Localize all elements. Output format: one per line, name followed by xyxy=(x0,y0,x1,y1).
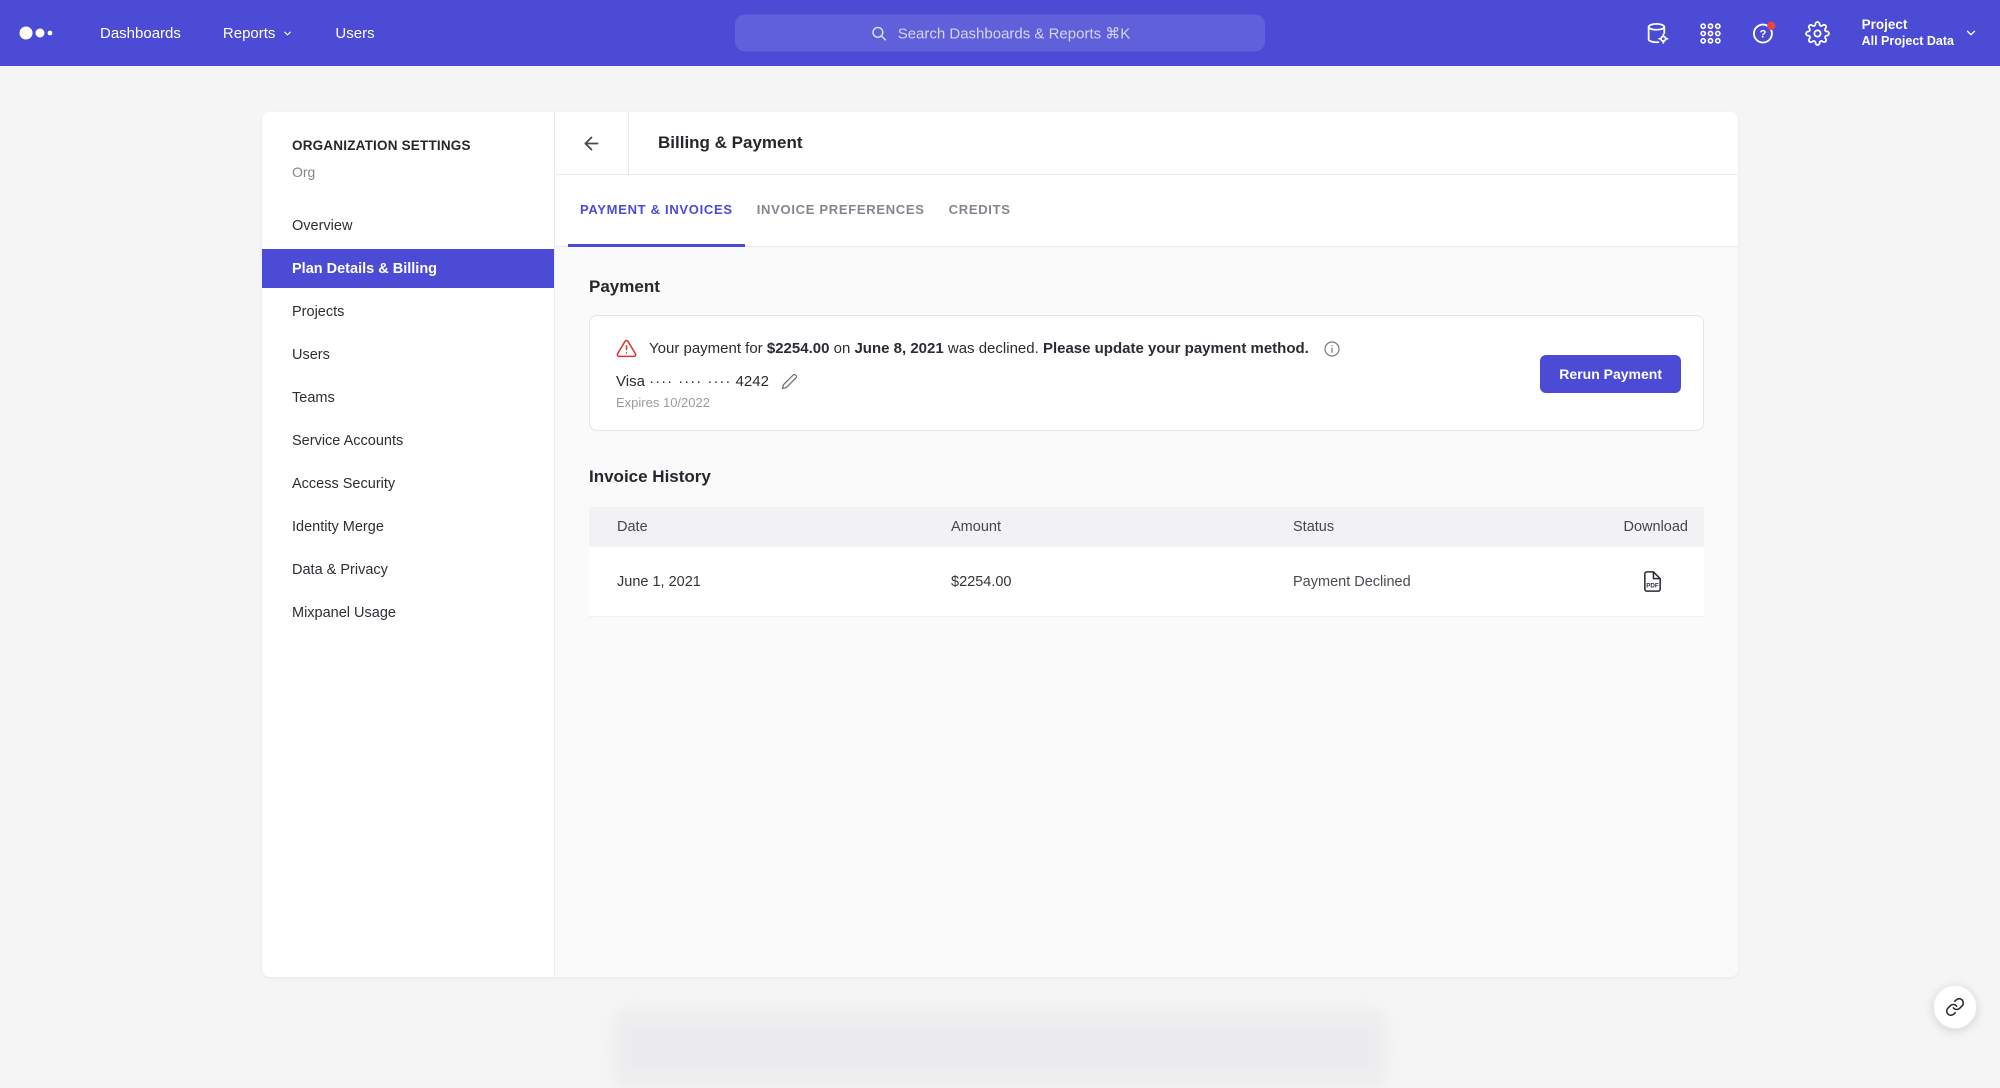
tab-payment-invoices[interactable]: PAYMENT & INVOICES xyxy=(568,175,745,247)
chevron-down-icon xyxy=(282,28,293,39)
page-title: Billing & Payment xyxy=(629,112,803,174)
org-settings-sidebar: ORGANIZATION SETTINGS Org Overview Plan … xyxy=(262,112,555,977)
sidebar-item-users[interactable]: Users xyxy=(262,335,554,374)
project-switcher[interactable]: Project All Project Data xyxy=(1862,17,1978,50)
nav-item-reports[interactable]: Reports xyxy=(223,25,294,42)
share-link-button[interactable] xyxy=(1933,985,1977,1029)
nav-item-label: Reports xyxy=(223,25,276,42)
panel-header: Billing & Payment xyxy=(555,112,1738,175)
info-icon[interactable] xyxy=(1323,340,1341,358)
rerun-payment-button[interactable]: Rerun Payment xyxy=(1540,355,1681,393)
sidebar-header: ORGANIZATION SETTINGS Org xyxy=(262,112,554,180)
sidebar-item-identity-merge[interactable]: Identity Merge xyxy=(262,507,554,546)
payment-alert-card: Your payment for $2254.00 on June 8, 202… xyxy=(589,315,1704,431)
invoice-amount: $2254.00 xyxy=(951,574,1293,590)
payment-heading: Payment xyxy=(589,277,1704,297)
nav-item-label: Users xyxy=(335,25,374,42)
mixpanel-logo-icon[interactable] xyxy=(18,23,58,43)
invoice-date: June 1, 2021 xyxy=(617,574,951,590)
nav-item-dashboards[interactable]: Dashboards xyxy=(100,25,181,42)
column-header-status: Status xyxy=(1293,519,1568,535)
settings-icon[interactable] xyxy=(1805,21,1830,46)
svg-text:PDF: PDF xyxy=(1646,582,1659,589)
sidebar-items: Overview Plan Details & Billing Projects… xyxy=(262,206,554,632)
project-labels: Project All Project Data xyxy=(1862,17,1954,50)
billing-content: Payment Your payment for $2254.00 on Jun… xyxy=(555,247,1738,977)
project-label: Project xyxy=(1862,17,1954,34)
billing-main: Billing & Payment PAYMENT & INVOICES INV… xyxy=(555,112,1738,977)
update-method-text: Please update your payment method. xyxy=(1043,340,1309,357)
card-on-file: Visa ···· ···· ···· 4242 xyxy=(616,373,1540,390)
data-management-icon[interactable] xyxy=(1645,21,1670,46)
sidebar-item-service-accounts[interactable]: Service Accounts xyxy=(262,421,554,460)
invoice-history-heading: Invoice History xyxy=(589,467,1704,487)
invoice-download-cell: PDF xyxy=(1568,570,1688,593)
edit-card-icon[interactable] xyxy=(781,373,798,390)
sidebar-item-access-security[interactable]: Access Security xyxy=(262,464,554,503)
invoice-table-header: Date Amount Status Download xyxy=(589,507,1704,547)
nav-item-label: Dashboards xyxy=(100,25,181,42)
declined-text: Your payment for $2254.00 on June 8, 202… xyxy=(649,340,1309,357)
card-expiry: Expires 10/2022 xyxy=(616,395,1540,410)
nav-item-users[interactable]: Users xyxy=(335,25,374,42)
chevron-down-icon xyxy=(1964,26,1978,40)
download-pdf-icon[interactable]: PDF xyxy=(1641,570,1664,593)
sidebar-section-title: ORGANIZATION SETTINGS xyxy=(292,138,524,153)
sidebar-item-mixpanel-usage[interactable]: Mixpanel Usage xyxy=(262,593,554,632)
column-header-date: Date xyxy=(617,519,951,535)
search-input[interactable]: Search Dashboards & Reports ⌘K xyxy=(735,15,1265,52)
arrow-left-icon xyxy=(581,133,602,154)
link-icon xyxy=(1945,997,1965,1017)
declined-payment-message: Your payment for $2254.00 on June 8, 202… xyxy=(616,338,1540,359)
sidebar-item-teams[interactable]: Teams xyxy=(262,378,554,417)
declined-date: June 8, 2021 xyxy=(854,340,943,357)
apps-grid-icon[interactable] xyxy=(1698,21,1723,46)
sidebar-item-projects[interactable]: Projects xyxy=(262,292,554,331)
back-button[interactable] xyxy=(555,112,629,174)
search-placeholder: Search Dashboards & Reports ⌘K xyxy=(898,24,1131,42)
sidebar-item-data-privacy[interactable]: Data & Privacy xyxy=(262,550,554,589)
svg-text:?: ? xyxy=(1759,29,1766,41)
billing-tabs: PAYMENT & INVOICES INVOICE PREFERENCES C… xyxy=(555,175,1738,247)
tab-invoice-preferences[interactable]: INVOICE PREFERENCES xyxy=(745,175,937,247)
tab-credits[interactable]: CREDITS xyxy=(937,175,1023,247)
org-name: Org xyxy=(292,164,524,180)
below-fold-shadow xyxy=(613,1008,1388,1088)
primary-nav: Dashboards Reports Users xyxy=(100,25,375,42)
declined-amount: $2254.00 xyxy=(767,340,830,357)
column-header-download: Download xyxy=(1568,519,1688,535)
invoice-row: June 1, 2021 $2254.00 Payment Declined P… xyxy=(589,547,1704,617)
top-navbar: Dashboards Reports Users Search Dashboar… xyxy=(0,0,2000,66)
notification-dot xyxy=(1767,22,1775,30)
invoice-table: Date Amount Status Download June 1, 2021… xyxy=(589,507,1704,617)
invoice-status: Payment Declined xyxy=(1293,574,1568,590)
payment-alert-body: Your payment for $2254.00 on June 8, 202… xyxy=(616,338,1540,410)
help-icon[interactable]: ? xyxy=(1751,20,1777,46)
project-value: All Project Data xyxy=(1862,34,1954,50)
card-number-text: Visa ···· ···· ···· 4242 xyxy=(616,373,769,390)
navbar-right-cluster: ? Project All Project Data xyxy=(1645,17,1978,50)
column-header-amount: Amount xyxy=(951,519,1293,535)
search-icon xyxy=(870,24,888,42)
alert-triangle-icon xyxy=(616,338,637,359)
sidebar-item-overview[interactable]: Overview xyxy=(262,206,554,245)
sidebar-item-plan-details-billing[interactable]: Plan Details & Billing xyxy=(262,249,554,288)
settings-panel: ORGANIZATION SETTINGS Org Overview Plan … xyxy=(262,112,1738,977)
